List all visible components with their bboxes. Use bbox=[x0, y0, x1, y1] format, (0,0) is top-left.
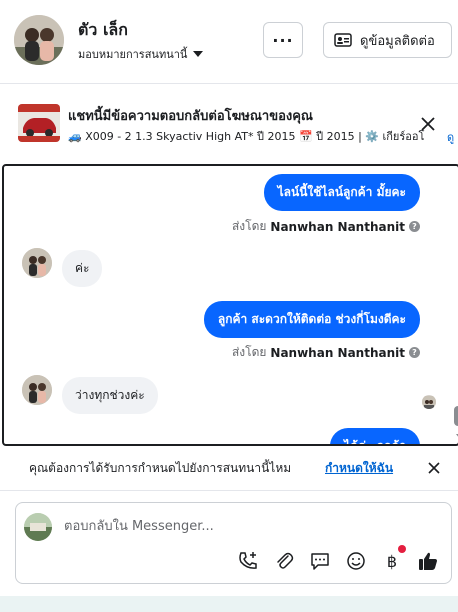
contact-avatar[interactable] bbox=[14, 15, 64, 65]
conversation-header: ตัว เล็ก มอบหมายการสนทนานี้ ··· ดูข้อมูล… bbox=[0, 0, 458, 84]
assign-reminder-bar: คุณต้องการได้รับการกำหนดไปยังการสนทนานี้… bbox=[0, 448, 458, 486]
payment-baht-icon: ฿ bbox=[387, 552, 397, 571]
emoji-button[interactable] bbox=[344, 549, 368, 573]
contact-avatar-small bbox=[22, 248, 52, 278]
reply-input[interactable] bbox=[64, 515, 424, 537]
sent-by-sender: Nanwhan Nanthanit bbox=[270, 345, 405, 360]
view-contact-button[interactable]: ดูข้อมูลติดต่อ bbox=[323, 22, 452, 58]
emoji-icon bbox=[347, 552, 365, 570]
message-bubble-outgoing[interactable]: ลูกค้า สะดวกให้ติดต่อ ช่วงกี่โมงดีคะ bbox=[203, 301, 420, 338]
more-icon: ··· bbox=[272, 30, 294, 50]
like-icon bbox=[419, 552, 437, 570]
sent-by-prefix: ส่งโดย bbox=[231, 345, 267, 359]
scrollbar-thumb[interactable] bbox=[454, 406, 458, 426]
close-ad-banner-button[interactable] bbox=[418, 114, 438, 134]
message-thread[interactable]: ไลน์นี้ใช้ไลน์ลูกค้า มั้ยคะ ส่งโดย Nanwh… bbox=[2, 164, 458, 446]
assign-reminder-text: คุณต้องการได้รับการกำหนดไปยังการสนทนานี้… bbox=[29, 461, 292, 475]
contact-avatar-small bbox=[22, 375, 52, 405]
info-icon[interactable]: ? bbox=[409, 221, 420, 232]
close-icon bbox=[421, 117, 435, 131]
message-bubble-outgoing[interactable]: ได้ค่ะ ลูกค้า bbox=[330, 428, 420, 444]
saved-reply-button[interactable] bbox=[308, 549, 332, 573]
contact-card-icon bbox=[334, 33, 352, 47]
call-add-icon bbox=[239, 552, 257, 569]
contact-name: ตัว เล็ก bbox=[78, 20, 128, 39]
close-icon bbox=[428, 462, 440, 474]
ad-view-link[interactable]: ดู bbox=[447, 128, 454, 146]
ad-reply-banner: แชทนี้มีข้อความตอบกลับต่อโฆษณาของคุณ 🚙 X… bbox=[0, 96, 458, 156]
more-options-button[interactable]: ··· bbox=[263, 22, 303, 58]
ad-thumbnail[interactable] bbox=[18, 104, 60, 142]
assign-label: มอบหมายการสนทนานี้ bbox=[78, 48, 188, 61]
attach-button[interactable] bbox=[272, 549, 296, 573]
svg-text:฿: ฿ bbox=[387, 552, 397, 571]
close-reminder-button[interactable] bbox=[426, 460, 442, 476]
view-contact-label: ดูข้อมูลติดต่อ bbox=[360, 33, 435, 49]
assign-conversation-dropdown[interactable]: มอบหมายการสนทนานี้ bbox=[78, 45, 204, 63]
sent-by-sender: Nanwhan Nanthanit bbox=[270, 219, 405, 234]
divider bbox=[0, 490, 458, 491]
assign-to-me-link[interactable]: กำหนดให้ฉัน bbox=[325, 459, 393, 478]
payment-notification-dot bbox=[398, 545, 406, 553]
info-icon[interactable]: ? bbox=[409, 347, 420, 358]
ad-banner-title: แชทนี้มีข้อความตอบกลับต่อโฆษณาของคุณ bbox=[68, 109, 313, 124]
like-button[interactable] bbox=[416, 549, 440, 573]
message-bubble-incoming[interactable]: ค่ะ bbox=[62, 250, 103, 287]
message-bubble-incoming[interactable]: ว่างทุกช่วงค่ะ bbox=[62, 377, 158, 414]
call-add-button[interactable] bbox=[236, 549, 260, 573]
attachment-icon bbox=[277, 552, 294, 569]
saved-reply-icon bbox=[311, 553, 329, 570]
bottom-strip bbox=[0, 596, 458, 612]
sent-by-label: ส่งโดย Nanwhan Nanthanit ? bbox=[232, 217, 420, 236]
message-bubble-outgoing[interactable]: ไลน์นี้ใช้ไลน์ลูกค้า มั้ยคะ bbox=[263, 174, 420, 211]
seen-indicator-avatar bbox=[422, 395, 436, 409]
sent-by-label: ส่งโดย Nanwhan Nanthanit ? bbox=[232, 343, 420, 362]
reply-composer: ฿ bbox=[15, 502, 452, 584]
conversation-panel: ตัว เล็ก มอบหมายการสนทนานี้ ··· ดูข้อมูล… bbox=[0, 0, 458, 612]
page-avatar bbox=[24, 513, 52, 541]
ad-banner-detail: 🚙 X009 - 2 1.3 Skyactiv High AT* ปี 2015… bbox=[68, 130, 425, 143]
sent-by-prefix: ส่งโดย bbox=[231, 219, 267, 233]
caret-down-icon bbox=[193, 51, 204, 57]
